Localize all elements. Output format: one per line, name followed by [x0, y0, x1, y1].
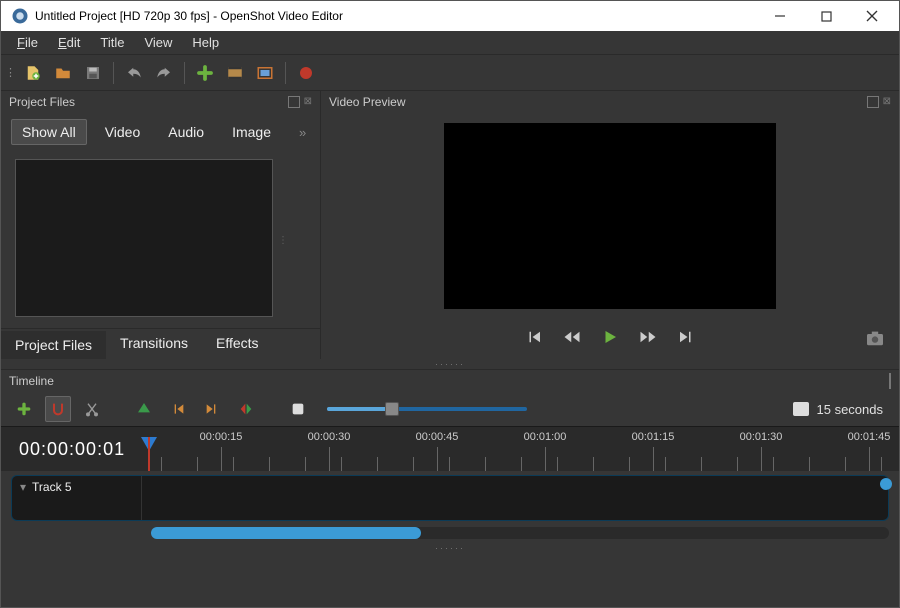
- timeline-h-scroll-thumb[interactable]: [151, 527, 421, 539]
- filter-video[interactable]: Video: [95, 120, 151, 144]
- filter-show-all[interactable]: Show All: [11, 119, 87, 145]
- play-button[interactable]: [600, 328, 620, 346]
- title-bar: Untitled Project [HD 720p 30 fps] - Open…: [1, 1, 899, 31]
- menu-title[interactable]: Title: [92, 33, 132, 52]
- zoom-slider[interactable]: [327, 407, 527, 411]
- fast-forward-button[interactable]: [638, 328, 658, 346]
- close-preview-icon[interactable]: ⊠: [883, 96, 891, 108]
- redo-button[interactable]: [150, 59, 178, 87]
- next-marker-button[interactable]: [199, 396, 225, 422]
- project-files-label: Project Files: [9, 95, 75, 109]
- undock-icon[interactable]: [288, 96, 300, 108]
- filter-audio[interactable]: Audio: [158, 120, 214, 144]
- import-files-button[interactable]: [191, 59, 219, 87]
- project-files-header: Project Files ⊠: [1, 91, 320, 113]
- snapping-button[interactable]: [45, 396, 71, 422]
- tab-effects[interactable]: Effects: [202, 329, 273, 359]
- main-toolbar: ⋮: [1, 55, 899, 91]
- maximize-button[interactable]: [803, 1, 849, 31]
- timecode-display[interactable]: 00:00:00:01: [1, 427, 141, 471]
- ruler-label: 00:00:45: [416, 431, 459, 443]
- video-preview-panel: Video Preview ⊠: [321, 91, 899, 359]
- video-preview-header: Video Preview ⊠: [321, 91, 899, 113]
- center-playhead-button[interactable]: [233, 396, 259, 422]
- track-row: ▾ Track 5: [11, 475, 889, 521]
- video-preview-box[interactable]: [444, 123, 776, 309]
- ruler-label: 00:01:30: [740, 431, 783, 443]
- track-name-label: Track 5: [32, 480, 72, 516]
- ruler-label: 00:01:45: [848, 431, 891, 443]
- playhead-line: [148, 437, 150, 471]
- undock-timeline-icon[interactable]: [889, 373, 891, 389]
- undo-button[interactable]: [120, 59, 148, 87]
- track-collapse-icon[interactable]: ▾: [20, 480, 26, 516]
- jump-start-button[interactable]: [524, 328, 544, 346]
- tab-transitions[interactable]: Transitions: [106, 329, 202, 359]
- ruler-label: 00:00:15: [200, 431, 243, 443]
- timeline-label: Timeline: [9, 374, 54, 388]
- project-file-thumbnail[interactable]: [15, 159, 273, 317]
- timeline-panel: Timeline 15 seconds 00:00:00:01 00:00:15…: [1, 369, 899, 553]
- bottom-grip-icon[interactable]: ······: [1, 539, 899, 553]
- zoom-duration-label: 15 seconds: [817, 402, 884, 417]
- menu-view[interactable]: View: [136, 33, 180, 52]
- export-video-button[interactable]: [292, 59, 320, 87]
- tab-project-files[interactable]: Project Files: [1, 329, 106, 359]
- preview-canvas: [321, 113, 899, 319]
- open-project-button[interactable]: [49, 59, 77, 87]
- new-project-button[interactable]: [19, 59, 47, 87]
- close-panel-icon[interactable]: ⊠: [304, 96, 312, 108]
- filter-tabs: Show All Video Audio Image »: [1, 113, 320, 151]
- menu-bar: File Edit Title View Help: [1, 31, 899, 55]
- window-title: Untitled Project [HD 720p 30 fps] - Open…: [35, 9, 757, 23]
- razor-button[interactable]: [79, 396, 105, 422]
- timeline-ruler-area: 00:00:00:01 00:00:1500:00:3000:00:4500:0…: [1, 426, 899, 471]
- ruler-label: 00:01:00: [524, 431, 567, 443]
- close-button[interactable]: [849, 1, 895, 31]
- menu-help[interactable]: Help: [184, 33, 227, 52]
- duration-icon: [793, 402, 809, 416]
- snapshot-icon[interactable]: [865, 330, 885, 349]
- vertical-scroll-thumb[interactable]: [880, 478, 892, 490]
- video-preview-label: Video Preview: [329, 95, 406, 109]
- project-files-area[interactable]: ⋯: [1, 151, 320, 328]
- add-track-button[interactable]: [11, 396, 37, 422]
- rewind-button[interactable]: [562, 328, 582, 346]
- toolbar-grip-icon: ⋮: [5, 66, 15, 79]
- timeline-toolbar: 15 seconds: [1, 392, 899, 426]
- app-logo-icon: [11, 7, 29, 25]
- project-files-panel: Project Files ⊠ Show All Video Audio Ima…: [1, 91, 321, 359]
- lower-tabs: Project Files Transitions Effects: [1, 328, 320, 359]
- menu-file[interactable]: File: [9, 33, 46, 52]
- save-project-button[interactable]: [79, 59, 107, 87]
- filter-more-icon[interactable]: »: [299, 125, 306, 140]
- track-header[interactable]: ▾ Track 5: [12, 476, 142, 520]
- choose-profile-button[interactable]: [221, 59, 249, 87]
- ruler-label: 00:01:15: [632, 431, 675, 443]
- timeline-h-scrollbar[interactable]: [151, 527, 889, 539]
- undock-preview-icon[interactable]: [867, 96, 879, 108]
- filter-image[interactable]: Image: [222, 120, 281, 144]
- track-body[interactable]: [142, 476, 888, 520]
- menu-edit[interactable]: Edit: [50, 33, 88, 52]
- zoom-tool-button[interactable]: [285, 396, 311, 422]
- fullscreen-button[interactable]: [251, 59, 279, 87]
- jump-end-button[interactable]: [676, 328, 696, 346]
- previous-marker-button[interactable]: [165, 396, 191, 422]
- splitter-grip-icon[interactable]: ······: [1, 359, 899, 369]
- resize-grip-icon[interactable]: ⋯: [277, 235, 288, 245]
- playback-controls: [321, 319, 899, 359]
- timeline-ruler[interactable]: 00:00:15 00:00:30 00:00:45 00:01:00 00:01:15…: [141, 427, 899, 471]
- add-marker-button[interactable]: [131, 396, 157, 422]
- minimize-button[interactable]: [757, 1, 803, 31]
- ruler-label: 00:00:30: [308, 431, 351, 443]
